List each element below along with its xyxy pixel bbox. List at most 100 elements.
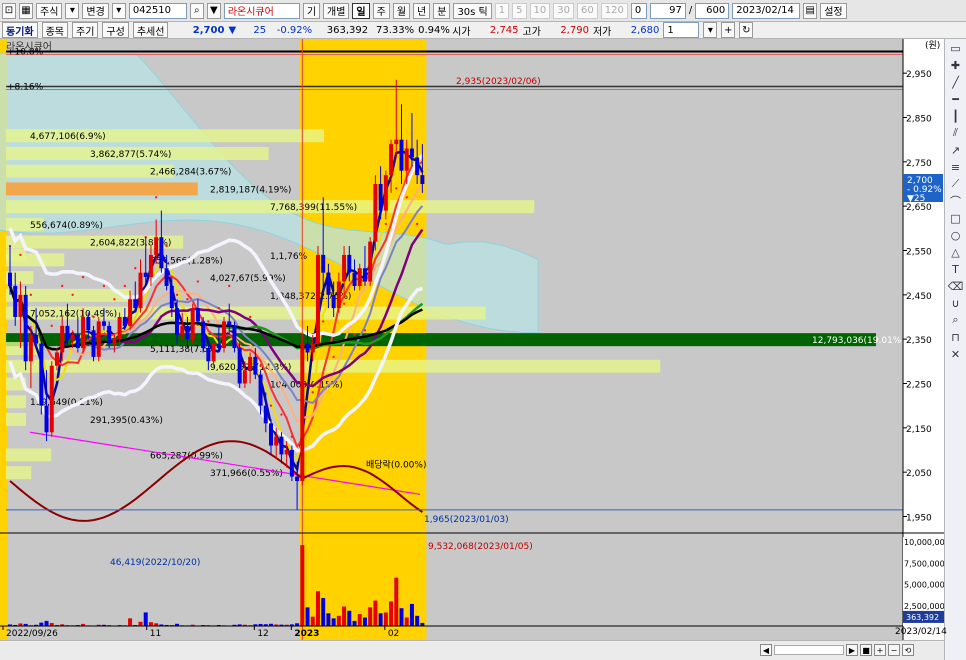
candle-body: [60, 325, 65, 353]
cycle-icon[interactable]: ⌒: [948, 193, 964, 209]
tab-weekly[interactable]: 주: [372, 2, 390, 19]
trash-icon[interactable]: ✕: [948, 346, 964, 362]
candle-body: [373, 183, 378, 242]
dropdown-icon[interactable]: ▾: [65, 2, 80, 19]
candle-body: [305, 343, 310, 353]
text-icon[interactable]: T: [948, 261, 964, 277]
expand-icon[interactable]: ⊡: [2, 2, 16, 19]
candle-body: [289, 449, 294, 477]
period-10[interactable]: 10: [529, 2, 551, 19]
volume-tick-label: 10,000,000: [904, 538, 944, 547]
tab-item[interactable]: 종목: [41, 22, 69, 38]
add-icon[interactable]: +: [721, 22, 736, 38]
candle-body: [13, 285, 18, 317]
change-value: 25: [253, 24, 267, 36]
volume-profile-label: 12,793,036(19.01%): [812, 336, 905, 346]
current-volume-text: 363,392: [906, 613, 939, 622]
scroll-left-icon[interactable]: ◀: [760, 644, 772, 656]
triangle-icon[interactable]: △: [948, 244, 964, 260]
market-type-select[interactable]: 주식: [36, 2, 63, 19]
zoom-out-icon[interactable]: −: [888, 644, 900, 656]
settings-button[interactable]: 설정: [820, 2, 847, 19]
sort-icon[interactable]: ▼: [206, 2, 221, 19]
vline-icon[interactable]: ┃: [948, 108, 964, 124]
hline-icon[interactable]: ━: [948, 91, 964, 107]
sar-dot: [228, 284, 231, 288]
magnet-icon[interactable]: ∪: [948, 295, 964, 311]
candle-body: [180, 325, 185, 335]
tab-sync[interactable]: 동기화: [2, 22, 38, 38]
tab-minute[interactable]: 분: [433, 2, 451, 19]
zoom-icon[interactable]: ⌕: [948, 312, 964, 328]
line-select[interactable]: 1: [663, 22, 700, 38]
compose-button[interactable]: 구성: [102, 22, 129, 38]
volume-profile-label: 2,466,284(3.67%): [150, 168, 231, 178]
period-60[interactable]: 60: [576, 2, 598, 19]
tab-yearly[interactable]: 년: [413, 2, 431, 19]
sar-dot: [81, 275, 85, 279]
view-count-input[interactable]: 97: [649, 2, 686, 19]
search-icon[interactable]: ⌕: [189, 2, 204, 19]
volume-profile-bar: [6, 448, 52, 462]
candle-body: [154, 237, 159, 255]
modify-button[interactable]: 변경: [82, 2, 109, 19]
volume-bar: [373, 600, 378, 626]
lock-icon[interactable]: ⊓: [948, 329, 964, 345]
fib-icon[interactable]: ≡: [948, 159, 964, 175]
y-tick-label: 2,350: [906, 336, 932, 346]
dropdown-icon[interactable]: ▾: [111, 2, 126, 19]
scroll-track[interactable]: [774, 645, 844, 655]
period-30[interactable]: 30: [553, 2, 574, 19]
period-1[interactable]: 1: [494, 2, 510, 19]
grid-icon[interactable]: ▦: [19, 2, 33, 19]
candle-body: [190, 308, 195, 340]
chart-scrollbar[interactable]: ◀ ▶ ■ + − ⟲: [760, 643, 940, 657]
reset-icon[interactable]: ⟲: [902, 644, 914, 656]
arrow-icon[interactable]: ↗: [948, 142, 964, 158]
candle-body: [86, 316, 91, 331]
price-chart[interactable]: 4,677,106(6.9%) 3,862,877(5.74%) 2,466,284…: [0, 39, 944, 640]
gi-button[interactable]: 기: [302, 2, 321, 19]
tab-monthly[interactable]: 월: [392, 2, 411, 19]
stock-name-field[interactable]: 라온시큐어: [223, 2, 300, 19]
candle-body: [389, 144, 394, 176]
period-120[interactable]: 120: [600, 2, 628, 19]
zoom-in-icon[interactable]: +: [874, 644, 886, 656]
pause-icon[interactable]: ■: [860, 644, 872, 656]
total-count-input[interactable]: 600: [695, 2, 730, 19]
candle-body: [232, 325, 237, 349]
volume-bar: [331, 618, 336, 626]
channel-icon[interactable]: ⫽: [948, 125, 964, 141]
cycle-button[interactable]: 주기: [72, 22, 99, 38]
rect-icon[interactable]: □: [948, 210, 964, 226]
volume-profile-label: 4,677,106(6.9%): [30, 132, 106, 142]
trendline-button[interactable]: 추세선: [132, 22, 169, 38]
dropdown-icon[interactable]: ▾: [703, 22, 718, 38]
period-count-input[interactable]: 0: [630, 2, 647, 19]
candle-body: [315, 254, 320, 344]
calendar-icon[interactable]: ▤: [803, 2, 818, 19]
period-5[interactable]: 5: [512, 2, 527, 19]
candle-body: [39, 343, 44, 406]
individual-button[interactable]: 개별: [323, 2, 350, 19]
scroll-right-icon[interactable]: ▶: [846, 644, 858, 656]
eraser-icon[interactable]: ⌫: [948, 278, 964, 294]
refresh-icon[interactable]: ↻: [739, 22, 754, 38]
stock-code-input[interactable]: 042510: [128, 2, 187, 19]
tab-daily[interactable]: 일: [352, 2, 370, 19]
cursor-icon[interactable]: ▭: [948, 40, 964, 56]
gann-icon[interactable]: ⟋: [948, 176, 964, 192]
date-input[interactable]: 2023/02/14: [732, 2, 801, 19]
candle-body: [383, 175, 388, 211]
sar-dot: [363, 329, 367, 332]
volume-bar: [148, 622, 153, 626]
tab-tick[interactable]: 30s 틱: [453, 2, 492, 19]
candle-body: [65, 325, 70, 340]
line-icon[interactable]: ╱: [948, 74, 964, 90]
volume-profile-label: 3,862,877(5.74%): [90, 150, 171, 160]
crosshair-icon[interactable]: ✚: [948, 57, 964, 73]
open-label: 시가: [452, 26, 471, 38]
sar-dot: [175, 293, 179, 297]
circle-icon[interactable]: ○: [948, 227, 964, 243]
sar-dot: [123, 284, 127, 288]
